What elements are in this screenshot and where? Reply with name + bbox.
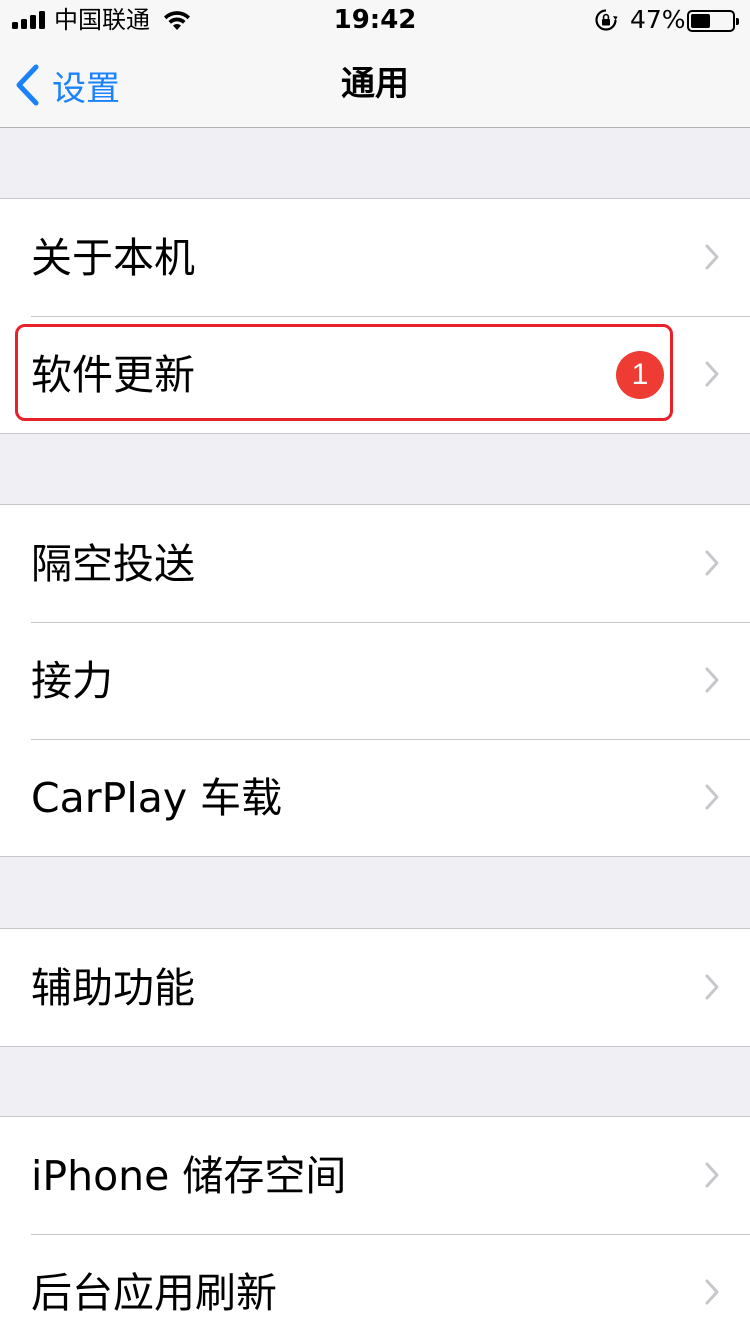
row-label: 后台应用刷新 — [31, 1268, 277, 1317]
row-accessibility[interactable]: 辅助功能 — [0, 929, 750, 1046]
chevron-right-icon — [705, 667, 719, 693]
row-software-update[interactable]: 软件更新 1 — [0, 316, 750, 433]
row-carplay[interactable]: CarPlay 车载 — [0, 739, 750, 856]
settings-group-accessibility: 辅助功能 — [0, 928, 750, 1047]
chevron-right-icon — [705, 784, 719, 810]
chevron-right-icon — [705, 550, 719, 576]
battery-level-fill — [691, 14, 710, 28]
row-handoff[interactable]: 接力 — [0, 622, 750, 739]
row-label: 软件更新 — [31, 350, 195, 399]
settings-group-storage: iPhone 储存空间 后台应用刷新 — [0, 1116, 750, 1334]
battery-icon — [687, 10, 739, 32]
row-iphone-storage[interactable]: iPhone 储存空间 — [0, 1117, 750, 1234]
page-title: 通用 — [341, 64, 409, 104]
row-label: 关于本机 — [31, 233, 195, 282]
row-label: CarPlay 车载 — [31, 773, 283, 822]
orientation-lock-icon — [595, 9, 618, 31]
settings-group-continuity: 隔空投送 接力 CarPlay 车载 — [0, 504, 750, 857]
chevron-right-icon — [705, 974, 719, 1000]
row-background-app-refresh[interactable]: 后台应用刷新 — [0, 1234, 750, 1334]
chevron-right-icon — [705, 1162, 719, 1188]
row-label: 接力 — [31, 656, 113, 705]
row-label: 辅助功能 — [31, 963, 195, 1012]
row-label: 隔空投送 — [31, 539, 195, 588]
navigation-header: 中国联通 19:42 47% 设置 通用 — [0, 0, 750, 128]
status-bar: 中国联通 19:42 47% — [0, 0, 750, 40]
chevron-right-icon — [705, 1279, 719, 1305]
row-label: iPhone 储存空间 — [31, 1151, 347, 1200]
chevron-right-icon — [705, 244, 719, 270]
row-airdrop[interactable]: 隔空投送 — [0, 505, 750, 622]
notification-badge: 1 — [616, 351, 664, 399]
row-about-device[interactable]: 关于本机 — [0, 199, 750, 316]
battery-percentage: 47% — [630, 5, 686, 34]
chevron-right-icon — [705, 361, 719, 387]
settings-group-about: 关于本机 软件更新 1 — [0, 198, 750, 434]
